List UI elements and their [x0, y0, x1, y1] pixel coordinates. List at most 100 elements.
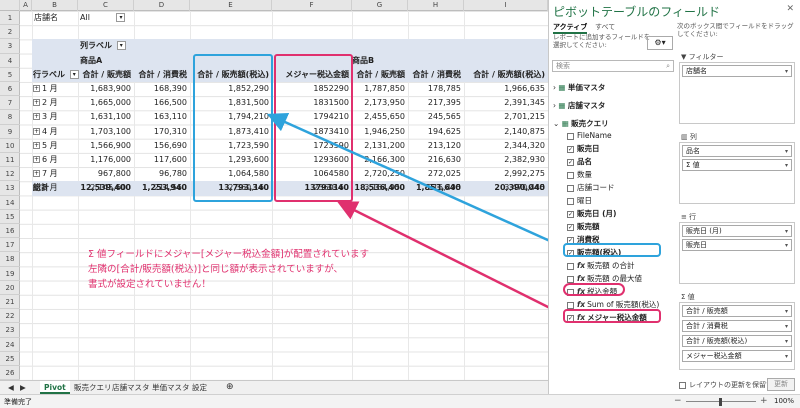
row-header[interactable]: 18 [0, 252, 20, 267]
col-header[interactable]: C [78, 0, 134, 11]
checkbox-icon[interactable] [567, 275, 574, 283]
values-item[interactable]: 合計 / 消費税 ▾ [682, 320, 792, 332]
field-item[interactable]: 曜日 [567, 195, 592, 206]
tab-store-master[interactable]: 店舗マスタ [108, 381, 154, 394]
field-item[interactable]: fx 販売額 の合計 [567, 260, 635, 271]
tab-scroll-right-icon[interactable]: ▶ [16, 381, 30, 394]
value-cell[interactable]: 272,025 [408, 167, 464, 181]
value-cell[interactable]: 168,390 [134, 82, 190, 96]
column-item[interactable]: Σ 値 ▾ [682, 159, 792, 171]
row-header[interactable]: 6 [0, 82, 20, 97]
value-cell[interactable]: 1,631,100 [78, 110, 134, 124]
field-item[interactable]: ✓ 販売額 [567, 221, 600, 232]
tab-price-master[interactable]: 単価マスタ [148, 381, 194, 394]
col-header[interactable]: H [408, 0, 464, 11]
row-header[interactable]: 11 [0, 153, 20, 168]
value-cell[interactable]: 216,630 [408, 153, 464, 167]
row-header[interactable]: 5 [0, 68, 20, 82]
row-header[interactable]: 1 [0, 11, 20, 26]
expand-icon[interactable]: + [33, 113, 40, 121]
checkbox-icon[interactable] [567, 301, 574, 309]
value-cell[interactable]: 178,785 [408, 82, 464, 96]
values-item[interactable]: 合計 / 販売額(税込) ▾ [682, 335, 792, 347]
value-cell[interactable]: 967,800 [78, 167, 134, 181]
value-cell[interactable]: 213,120 [408, 139, 464, 153]
value-cell[interactable]: 217,395 [408, 96, 464, 110]
row-item[interactable]: 販売日 (月) ▾ [682, 225, 792, 237]
gear-icon[interactable]: ⚙▾ [647, 36, 673, 50]
value-cell[interactable]: 2,455,650 [352, 110, 408, 124]
close-icon[interactable]: ✕ [786, 4, 794, 14]
expand-icon[interactable]: + [33, 127, 40, 135]
row-header[interactable]: 21 [0, 295, 20, 310]
value-cell[interactable]: 2,992,275 [464, 167, 548, 181]
row-header[interactable]: 22 [0, 309, 20, 324]
value-cell[interactable]: 2,701,215 [464, 110, 548, 124]
row-header[interactable]: 7 [0, 96, 20, 111]
month-row-label[interactable]: +4 月 [33, 125, 79, 139]
checkbox-icon[interactable] [567, 184, 574, 192]
value-cell[interactable]: 1,966,635 [464, 82, 548, 96]
month-row-label[interactable]: +3 月 [33, 110, 79, 124]
tab-settings[interactable]: 設定 [188, 381, 211, 394]
zoom-in-icon[interactable]: + [760, 396, 768, 406]
value-cell[interactable]: 245,565 [408, 110, 464, 124]
column-item[interactable]: 品名 ▾ [682, 145, 792, 157]
checkbox-icon[interactable] [567, 197, 574, 205]
value-cell[interactable]: 194,625 [408, 125, 464, 139]
value-cell[interactable]: 1,787,850 [352, 82, 408, 96]
checkbox-icon[interactable] [567, 171, 574, 179]
field-item[interactable]: ✓ 販売日 (月) [567, 208, 616, 219]
row-header[interactable]: 19 [0, 267, 20, 281]
checkbox-icon[interactable] [567, 132, 574, 140]
search-input[interactable]: 検索 ⌕ [552, 60, 674, 72]
total-cell[interactable]: 1,253,940 [134, 181, 190, 195]
select-all[interactable] [0, 0, 20, 11]
value-cell[interactable]: 1,176,000 [78, 153, 134, 167]
values-item[interactable]: メジャー税込金額 ▾ [682, 350, 792, 362]
row-area[interactable]: 販売日 (月) ▾ 販売日 ▾ [679, 222, 795, 284]
value-cell[interactable]: 1,703,100 [78, 125, 134, 139]
value-cell[interactable]: 2,382,930 [464, 153, 548, 167]
field-item[interactable]: 店舗コード [567, 182, 615, 193]
add-sheet-icon[interactable]: ⊕ [222, 381, 238, 394]
checkbox-icon[interactable]: ✓ [567, 158, 574, 166]
values-item[interactable]: 合計 / 販売額 ▾ [682, 305, 792, 317]
expand-icon[interactable]: + [33, 170, 40, 178]
row-header[interactable]: 13 [0, 181, 20, 196]
col-label-dropdown-icon[interactable]: ▾ [116, 41, 126, 51]
table-store-master[interactable]: › ▦ 店舗マスタ [553, 100, 605, 111]
row-header[interactable]: 10 [0, 139, 20, 153]
row-header[interactable]: 20 [0, 281, 20, 295]
row-header[interactable]: 15 [0, 210, 20, 224]
col-header[interactable]: G [352, 0, 408, 11]
zoom-out-icon[interactable]: − [674, 396, 682, 406]
update-button[interactable]: 更新 [767, 378, 795, 391]
month-row-label[interactable]: +2 月 [33, 96, 79, 110]
row-header[interactable]: 2 [0, 25, 20, 40]
expand-icon[interactable]: + [33, 141, 40, 149]
row-header[interactable]: 25 [0, 352, 20, 366]
total-cell[interactable]: 18,536,400 [352, 181, 408, 195]
filter-value-cell[interactable]: All ▾ [80, 11, 140, 25]
filter-item[interactable]: 店舗名 ▾ [682, 65, 792, 77]
row-header[interactable]: 17 [0, 238, 20, 253]
value-cell[interactable]: 1,946,250 [352, 125, 408, 139]
row-header[interactable]: 9 [0, 125, 20, 139]
month-row-label[interactable]: +1 月 [33, 82, 79, 96]
column-area[interactable]: 品名 ▾ Σ 値 ▾ [679, 142, 795, 204]
table-sales-query[interactable]: ⌄ ▦ 販売クエリ [553, 118, 609, 129]
value-cell[interactable]: 2,166,300 [352, 153, 408, 167]
field-item[interactable]: ✓ 品名 [567, 156, 592, 167]
worksheet[interactable]: A B C D E F G H I 1 2 3 4 5 6 7 8 9 10 11 12 13 14 15 1… [0, 0, 548, 380]
checkbox-icon[interactable] [567, 262, 574, 270]
tab-pivot[interactable]: Pivot [40, 381, 70, 394]
total-cell[interactable]: 1,853,640 [408, 181, 464, 195]
row-label-header[interactable]: 行ラベル ▾ [33, 68, 79, 82]
col-header[interactable]: F [272, 0, 352, 11]
expand-icon[interactable]: + [33, 99, 40, 107]
row-item[interactable]: 販売日 ▾ [682, 239, 792, 251]
value-cell[interactable]: 2,140,875 [464, 125, 548, 139]
row-header[interactable]: 24 [0, 338, 20, 352]
filter-area[interactable]: 店舗名 ▾ [679, 62, 795, 124]
